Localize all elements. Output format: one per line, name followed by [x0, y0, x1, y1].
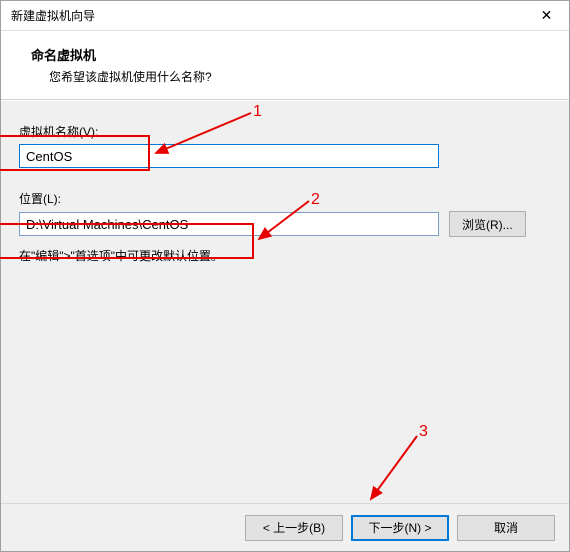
close-button[interactable]: ✕ — [524, 1, 569, 31]
vm-name-label: 虚拟机名称(V): — [19, 123, 551, 140]
wizard-footer: < 上一步(B) 下一步(N) > 取消 — [1, 503, 569, 551]
browse-button[interactable]: 浏览(R)... — [449, 211, 526, 237]
page-subtitle: 您希望该虚拟机使用什么名称? — [31, 68, 559, 85]
next-button[interactable]: 下一步(N) > — [351, 515, 449, 541]
wizard-content: 虚拟机名称(V): 位置(L): 浏览(R)... 在"编辑">"首选项"中可更… — [1, 100, 569, 503]
hint-text: 在"编辑">"首选项"中可更改默认位置。 — [19, 247, 551, 264]
cancel-button[interactable]: 取消 — [457, 515, 555, 541]
annotation-number-1: 1 — [253, 103, 262, 121]
location-row: 浏览(R)... — [19, 211, 551, 237]
titlebar: 新建虚拟机向导 ✕ — [1, 1, 569, 31]
close-icon: ✕ — [541, 7, 553, 24]
annotation-number-3: 3 — [419, 423, 428, 441]
wizard-window: 新建虚拟机向导 ✕ 命名虚拟机 您希望该虚拟机使用什么名称? 虚拟机名称(V):… — [0, 0, 570, 552]
location-label: 位置(L): — [19, 190, 551, 207]
page-title: 命名虚拟机 — [31, 45, 559, 64]
window-title: 新建虚拟机向导 — [11, 7, 95, 24]
vm-name-input[interactable] — [19, 144, 439, 168]
back-button[interactable]: < 上一步(B) — [245, 515, 343, 541]
wizard-header: 命名虚拟机 您希望该虚拟机使用什么名称? — [1, 31, 569, 100]
location-input[interactable] — [19, 212, 439, 236]
